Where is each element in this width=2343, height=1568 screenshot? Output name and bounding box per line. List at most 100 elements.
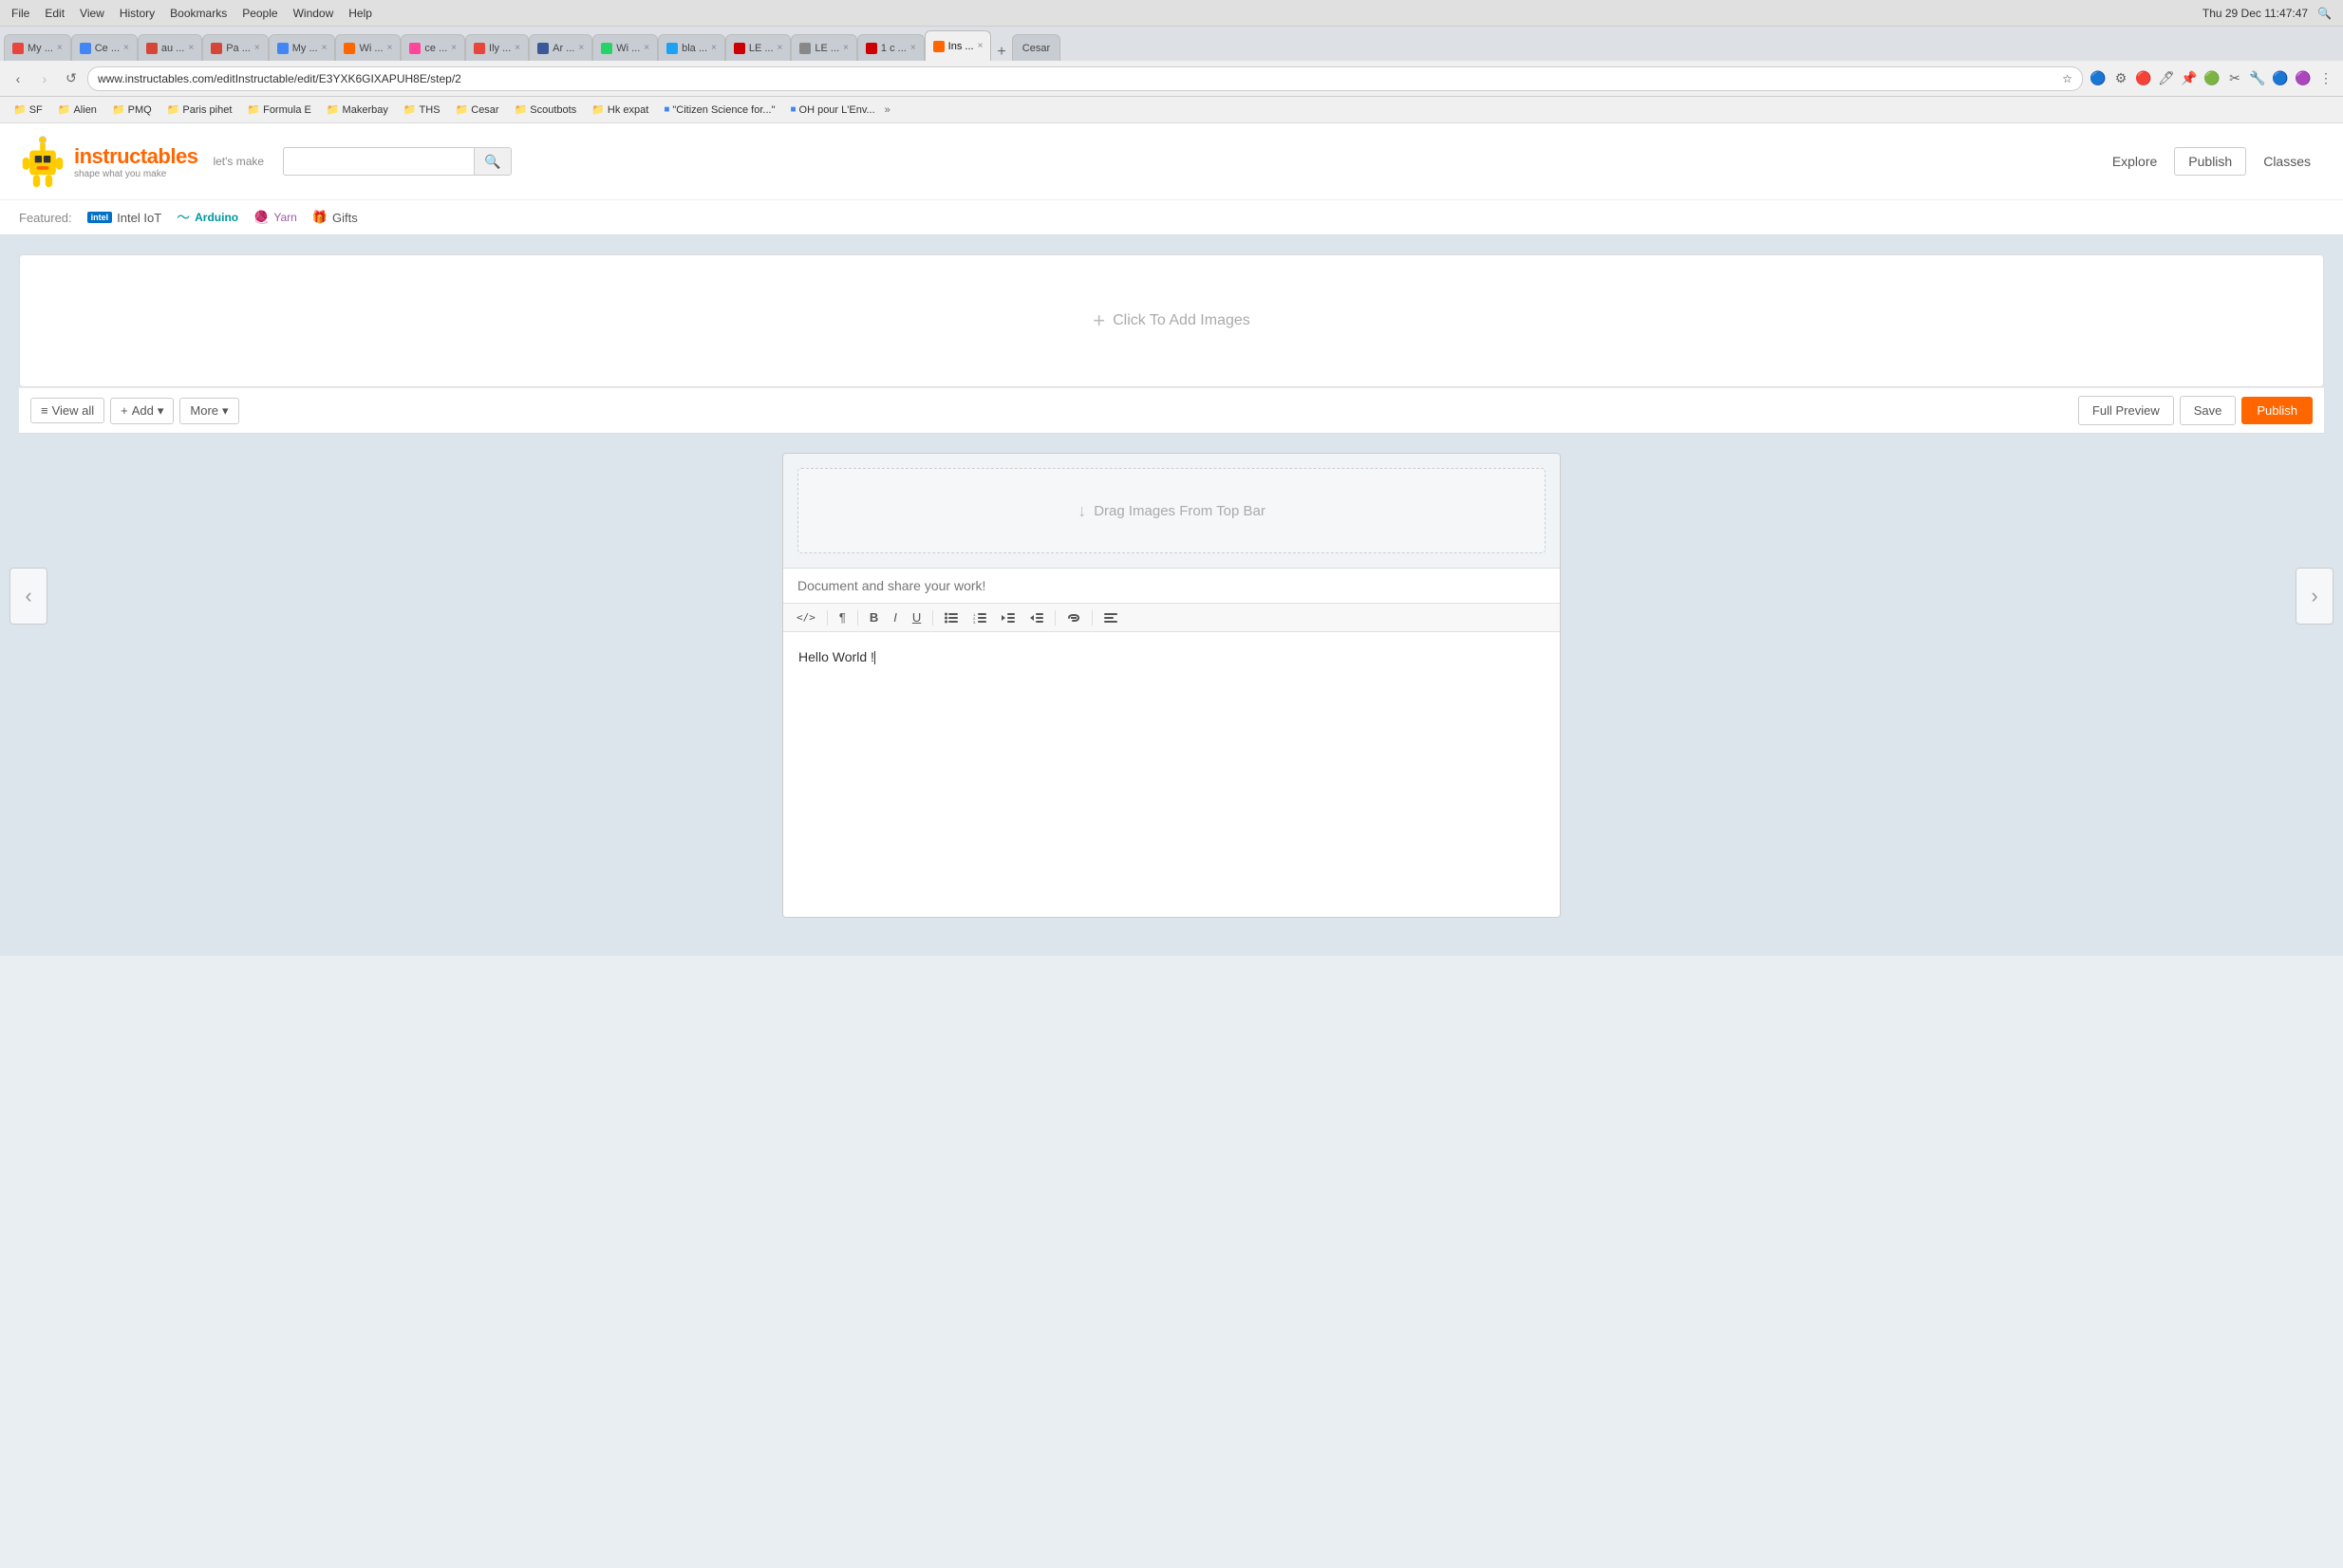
browser-tab-15[interactable]: Ins ... × xyxy=(925,30,992,61)
tab-close-12[interactable]: × xyxy=(778,43,783,53)
featured-gifts[interactable]: 🎁 Gifts xyxy=(312,210,358,225)
os-search-icon[interactable]: 🔍 xyxy=(2317,7,2332,20)
code-button[interactable]: </> xyxy=(791,608,821,626)
browser-tab-6[interactable]: Wi ... × xyxy=(335,34,401,61)
extension-icon-6[interactable]: 🟢 xyxy=(2202,69,2221,88)
drag-images-area[interactable]: ↓ Drag Images From Top Bar xyxy=(797,468,1546,553)
bookmark-scoutbots[interactable]: 📁 Scoutbots xyxy=(509,102,583,118)
tab-close-1[interactable]: × xyxy=(57,43,63,53)
ordered-list-button[interactable]: 1. 2. 3. xyxy=(967,609,992,626)
bookmark-star-icon[interactable]: ☆ xyxy=(2062,72,2072,85)
back-button[interactable]: ‹ xyxy=(8,68,28,89)
bookmarks-more[interactable]: » xyxy=(885,104,890,116)
tab-close-6[interactable]: × xyxy=(387,43,393,53)
search-box[interactable]: 🔍 xyxy=(283,147,511,176)
publish-button[interactable]: Publish xyxy=(2241,397,2313,424)
nav-publish-button[interactable]: Publish xyxy=(2174,147,2246,176)
bookmark-pmq[interactable]: 📁 PMQ xyxy=(106,102,158,118)
tab-close-3[interactable]: × xyxy=(188,43,194,53)
bookmark-paris[interactable]: 📁 Paris pihet xyxy=(161,102,238,118)
more-button[interactable]: More ▾ xyxy=(179,398,238,424)
url-bar[interactable]: www.instructables.com/editInstructable/e… xyxy=(87,66,2083,91)
browser-tab-12[interactable]: LE ... × xyxy=(725,34,792,61)
content-area[interactable]: Hello World ! xyxy=(783,632,1560,917)
tab-close-15[interactable]: × xyxy=(978,41,984,51)
profile-tab[interactable]: Cesar xyxy=(1012,34,1060,61)
indent-more-button[interactable] xyxy=(1024,609,1049,626)
extension-icon-3[interactable]: 🔴 xyxy=(2134,69,2153,88)
tab-close-14[interactable]: × xyxy=(910,43,916,53)
nav-explore[interactable]: Explore xyxy=(2099,148,2170,175)
browser-tab-9[interactable]: Ar ... × xyxy=(529,34,592,61)
menu-window[interactable]: Window xyxy=(293,7,334,20)
browser-tab-2[interactable]: Ce ... × xyxy=(71,34,138,61)
menu-history[interactable]: History xyxy=(120,7,155,20)
browser-tab-1[interactable]: My ... × xyxy=(4,34,71,61)
menu-view[interactable]: View xyxy=(80,7,104,20)
link-button[interactable] xyxy=(1061,610,1086,625)
extension-icon-5[interactable]: 📌 xyxy=(2180,69,2199,88)
extension-icon-1[interactable]: 🔵 xyxy=(2089,69,2108,88)
paragraph-button[interactable]: ¶ xyxy=(834,607,852,627)
image-upload-area[interactable]: + Click To Add Images xyxy=(19,254,2324,387)
tab-close-11[interactable]: × xyxy=(711,43,717,53)
forward-button[interactable]: › xyxy=(34,68,55,89)
bookmark-ths[interactable]: 📁 THS xyxy=(398,102,446,118)
tab-close-8[interactable]: × xyxy=(515,43,520,53)
bookmark-sf[interactable]: 📁 SF xyxy=(8,102,48,118)
tab-close-10[interactable]: × xyxy=(644,43,649,53)
extension-icon-10[interactable]: 🟣 xyxy=(2294,69,2313,88)
extension-icon-4[interactable]: 🖊 xyxy=(2157,69,2176,88)
bookmark-citizen[interactable]: ■ "Citizen Science for..." xyxy=(658,103,780,118)
browser-tab-8[interactable]: Ily ... × xyxy=(465,34,529,61)
logo-area[interactable]: instructables shape what you make xyxy=(19,133,197,190)
tab-close-9[interactable]: × xyxy=(578,43,584,53)
extension-icon-9[interactable]: 🔵 xyxy=(2271,69,2290,88)
browser-menu-icon[interactable]: ⋮ xyxy=(2316,69,2335,88)
menu-bookmarks[interactable]: Bookmarks xyxy=(170,7,227,20)
menu-file[interactable]: File xyxy=(11,7,29,20)
view-all-button[interactable]: ≡ View all xyxy=(30,398,104,423)
underline-button[interactable]: U xyxy=(907,607,927,627)
bookmark-oh[interactable]: ■ OH pour L'Env... xyxy=(784,103,880,118)
italic-button[interactable]: I xyxy=(888,607,903,627)
add-button[interactable]: + Add ▾ xyxy=(110,398,174,424)
featured-arduino[interactable]: 〜 Arduino xyxy=(177,208,238,227)
bookmark-formula[interactable]: 📁 Formula E xyxy=(241,102,316,118)
tab-close-5[interactable]: × xyxy=(322,43,328,53)
next-step-button[interactable]: › xyxy=(2296,568,2334,625)
doc-title-input[interactable] xyxy=(797,578,1546,593)
search-button[interactable]: 🔍 xyxy=(474,148,510,175)
extension-icon-8[interactable]: 🔧 xyxy=(2248,69,2267,88)
browser-tab-5[interactable]: My ... × xyxy=(269,34,336,61)
os-menu-items[interactable]: File Edit View History Bookmarks People … xyxy=(11,7,372,20)
browser-tab-10[interactable]: Wi ... × xyxy=(592,34,658,61)
browser-tab-11[interactable]: bla ... × xyxy=(658,34,725,61)
browser-tab-4[interactable]: Pa ... × xyxy=(202,34,269,61)
indent-less-button[interactable] xyxy=(996,609,1021,626)
tab-close-4[interactable]: × xyxy=(254,43,260,53)
browser-tab-3[interactable]: au ... × xyxy=(138,34,202,61)
bookmark-alien[interactable]: 📁 Alien xyxy=(52,102,103,118)
extension-icon-2[interactable]: ⚙ xyxy=(2111,69,2130,88)
bookmark-makerbay[interactable]: 📁 Makerbay xyxy=(321,102,394,118)
unordered-list-button[interactable] xyxy=(939,609,964,626)
align-button[interactable] xyxy=(1098,609,1123,626)
search-input[interactable] xyxy=(284,155,474,169)
featured-yarn[interactable]: 🧶 Yarn xyxy=(253,210,297,225)
new-tab-button[interactable]: + xyxy=(991,44,1011,61)
tab-close-2[interactable]: × xyxy=(123,43,129,53)
refresh-button[interactable]: ↺ xyxy=(61,68,82,89)
browser-tab-13[interactable]: LE ... × xyxy=(791,34,857,61)
menu-edit[interactable]: Edit xyxy=(45,7,65,20)
menu-help[interactable]: Help xyxy=(348,7,372,20)
bookmark-cesar[interactable]: 📁 Cesar xyxy=(450,102,505,118)
browser-tab-14[interactable]: 1 c ... × xyxy=(857,34,925,61)
save-button[interactable]: Save xyxy=(2180,396,2237,425)
featured-intel[interactable]: intel Intel IoT xyxy=(87,211,161,225)
tab-close-13[interactable]: × xyxy=(843,43,849,53)
tab-close-7[interactable]: × xyxy=(451,43,457,53)
bold-button[interactable]: B xyxy=(864,607,884,627)
full-preview-button[interactable]: Full Preview xyxy=(2078,396,2174,425)
nav-classes[interactable]: Classes xyxy=(2250,148,2324,175)
